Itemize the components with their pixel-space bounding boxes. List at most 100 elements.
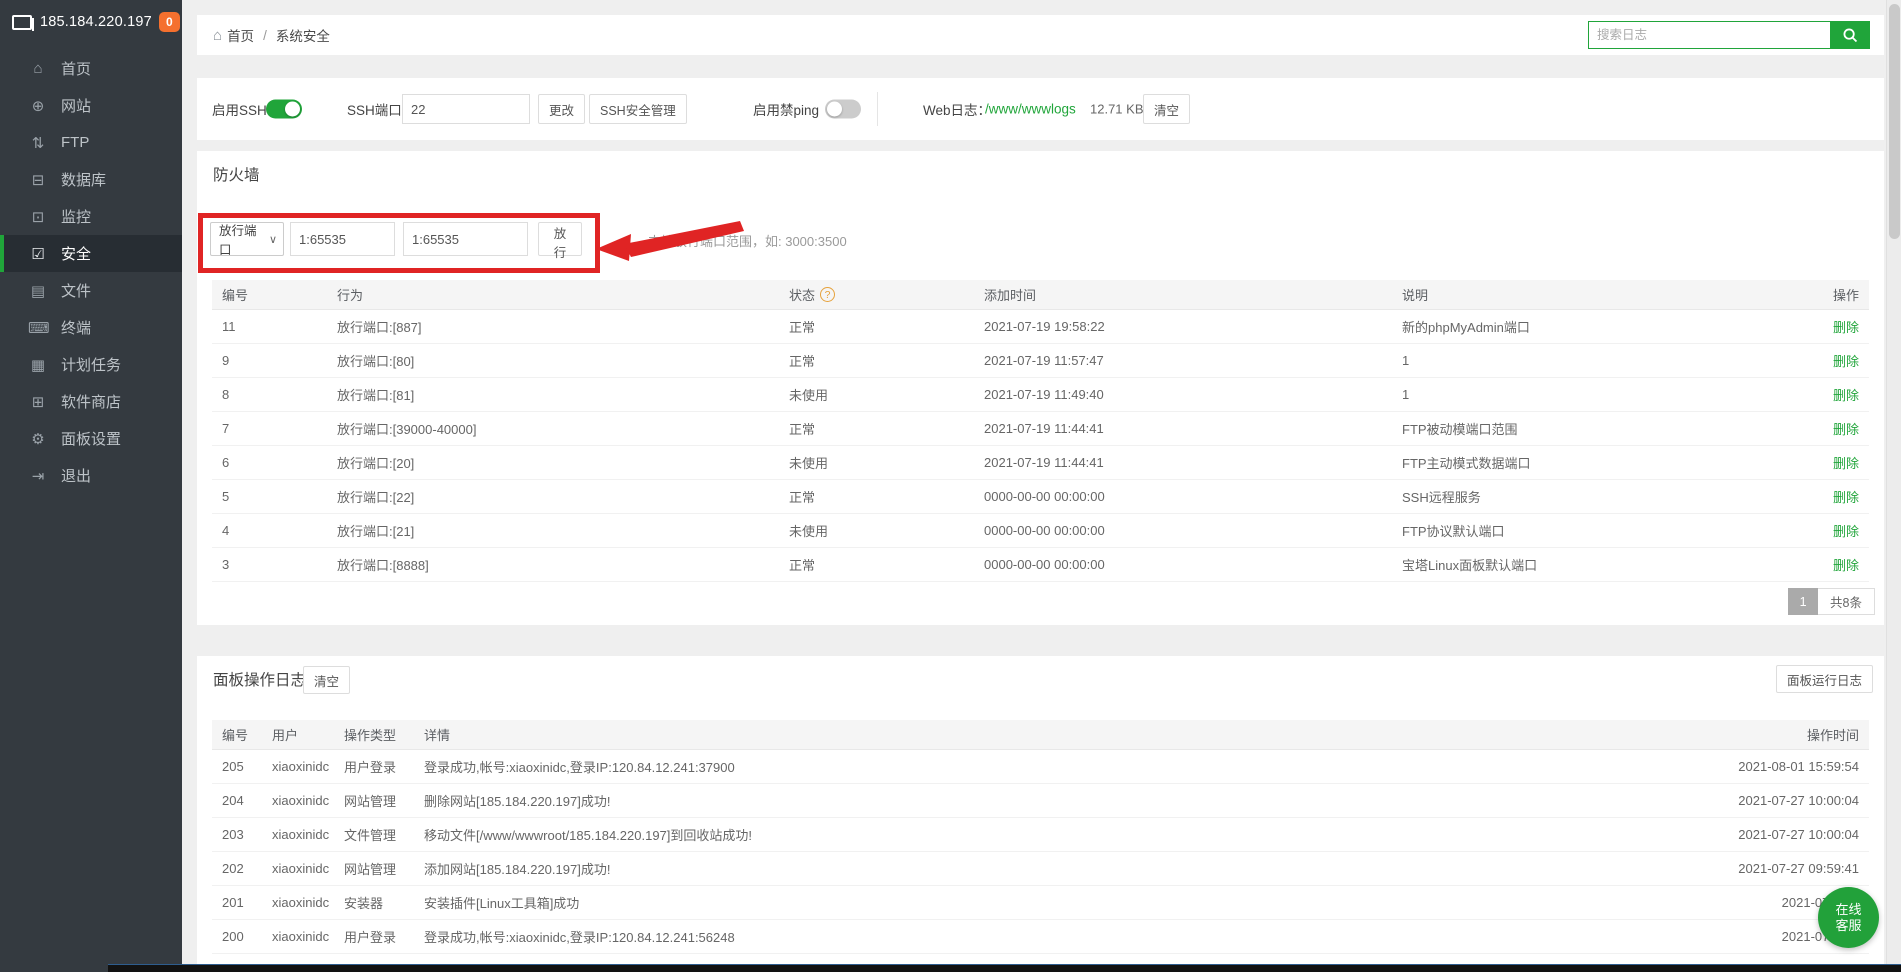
rule-action: 放行端口:[80] <box>337 351 789 370</box>
log-type: 网站管理 <box>344 859 424 878</box>
server-monitor-icon <box>12 15 32 30</box>
delete-rule-link[interactable]: 删除 <box>1833 388 1859 403</box>
sidebar-item-label: 数据库 <box>61 169 106 190</box>
firewall-action-select[interactable]: 放行端口 ∨ <box>210 222 284 256</box>
disable-ping-toggle[interactable] <box>825 100 861 119</box>
status-help-icon[interactable]: ? <box>820 287 835 302</box>
delete-rule-link[interactable]: 删除 <box>1833 422 1859 437</box>
panel-run-log-button[interactable]: 面板运行日志 <box>1776 665 1873 693</box>
chevron-down-icon: ∨ <box>269 233 277 246</box>
rule-id: 11 <box>212 319 337 334</box>
sidebar-item[interactable]: ⊞ 软件商店 <box>0 383 182 420</box>
rule-note: 新的phpMyAdmin端口 <box>1402 317 1759 336</box>
page-number-button[interactable]: 1 <box>1788 588 1818 615</box>
terminal-icon: ⌨ <box>28 319 48 337</box>
server-ip: 185.184.220.197 <box>40 14 152 30</box>
sidebar-item[interactable]: ⊕ 网站 <box>0 87 182 124</box>
delete-rule-link[interactable]: 删除 <box>1833 320 1859 335</box>
rule-time: 0000-00-00 00:00:00 <box>984 489 1402 504</box>
ssh-port-input[interactable] <box>402 94 530 124</box>
appstore-grid-icon: ⊞ <box>28 393 48 411</box>
status-header-label: 状态 <box>789 285 815 304</box>
breadcrumb-separator: / <box>263 28 267 43</box>
log-type: 用户登录 <box>344 757 424 776</box>
col-id-header: 编号 <box>212 285 337 304</box>
log-id: 201 <box>212 895 272 910</box>
firewall-title: 防火墙 <box>213 163 260 185</box>
firewall-rule-row: 4 放行端口:[21] 未使用 0000-00-00 00:00:00 FTP协… <box>212 514 1869 548</box>
rule-id: 3 <box>212 557 337 572</box>
panel-logs-section: 面板操作日志 清空 面板运行日志 编号 用户 操作类型 详情 操作时间 205 … <box>197 656 1884 972</box>
clear-logs-button[interactable]: 清空 <box>303 666 350 694</box>
delete-rule-link[interactable]: 删除 <box>1833 456 1859 471</box>
log-row: 205 xiaoxinidc 用户登录 登录成功,帐号:xiaoxinidc,登… <box>212 750 1869 784</box>
scrollbar-thumb[interactable] <box>1889 4 1900 239</box>
log-user: xiaoxinidc <box>272 929 344 944</box>
firewall-rule-row: 7 放行端口:[39000-40000] 正常 2021-07-19 11:44… <box>212 412 1869 446</box>
sidebar-item[interactable]: ⇥ 退出 <box>0 457 182 494</box>
clear-weblog-button[interactable]: 清空 <box>1143 94 1190 124</box>
rule-status: 未使用 <box>789 453 984 472</box>
search-button[interactable] <box>1830 21 1870 49</box>
search-input[interactable] <box>1588 21 1830 49</box>
log-id: 205 <box>212 759 272 774</box>
sidebar: 185.184.220.197 0 ⌂ 首页 ⊕ 网站 ⇅ FTP <box>0 0 182 972</box>
ssh-security-manage-button[interactable]: SSH安全管理 <box>589 94 687 124</box>
col-note-header: 说明 <box>1402 285 1759 304</box>
rule-status: 未使用 <box>789 385 984 404</box>
firewall-rule-row: 5 放行端口:[22] 正常 0000-00-00 00:00:00 SSH远程… <box>212 480 1869 514</box>
sidebar-item-label: 计划任务 <box>61 354 121 375</box>
sidebar-item[interactable]: ⚙ 面板设置 <box>0 420 182 457</box>
sidebar-item[interactable]: ⌂ 首页 <box>0 50 182 87</box>
home-icon: ⌂ <box>28 60 48 77</box>
weblog-path-link[interactable]: /www/wwwlogs <box>985 102 1076 117</box>
delete-rule-link[interactable]: 删除 <box>1833 524 1859 539</box>
sidebar-item-label: 安全 <box>61 243 91 264</box>
change-port-button[interactable]: 更改 <box>538 94 585 124</box>
log-id: 203 <box>212 827 272 842</box>
log-row: 202 xiaoxinidc 网站管理 添加网站[185.184.220.197… <box>212 852 1869 886</box>
log-detail: 登录成功,帐号:xiaoxinidc,登录IP:120.84.12.241:56… <box>424 927 1659 946</box>
log-type: 安装器 <box>344 893 424 912</box>
cron-calendar-icon: ▦ <box>28 356 48 374</box>
delete-rule-link[interactable]: 删除 <box>1833 558 1859 573</box>
delete-rule-link[interactable]: 删除 <box>1833 354 1859 369</box>
sidebar-item[interactable]: ⊡ 监控 <box>0 198 182 235</box>
log-detail: 安装插件[Linux工具箱]成功 <box>424 893 1659 912</box>
sidebar-item[interactable]: ☑ 安全 <box>0 235 182 272</box>
firewall-port-input-1[interactable] <box>290 222 395 256</box>
online-support-button[interactable]: 在线 客服 <box>1818 887 1879 948</box>
enable-ssh-toggle[interactable] <box>266 100 302 119</box>
server-entry[interactable]: 185.184.220.197 0 <box>0 0 182 46</box>
enable-ssh-label: 启用SSH <box>212 99 267 119</box>
rule-id: 8 <box>212 387 337 402</box>
rule-status: 正常 <box>789 317 984 336</box>
rule-time: 0000-00-00 00:00:00 <box>984 523 1402 538</box>
sidebar-item[interactable]: ▦ 计划任务 <box>0 346 182 383</box>
firewall-port-input-2[interactable] <box>403 222 528 256</box>
toggle-knob <box>285 102 300 117</box>
log-type: 网站管理 <box>344 791 424 810</box>
breadcrumb-home-link[interactable]: 首页 <box>227 25 254 45</box>
delete-rule-link[interactable]: 删除 <box>1833 490 1859 505</box>
toggle-knob <box>827 102 842 117</box>
sidebar-nav: ⌂ 首页 ⊕ 网站 ⇅ FTP ⊟ 数据库 <box>0 50 182 494</box>
log-user: xiaoxinidc <box>272 759 344 774</box>
log-user: xiaoxinidc <box>272 827 344 842</box>
sidebar-item[interactable]: ⊟ 数据库 <box>0 161 182 198</box>
firewall-table-header: 编号 行为 状态 ? 添加时间 说明 操作 <box>212 280 1869 310</box>
rule-action: 放行端口:[21] <box>337 521 789 540</box>
sidebar-item[interactable]: ⌨ 终端 <box>0 309 182 346</box>
support-label-line1: 在线 <box>1835 902 1861 918</box>
message-count-badge[interactable]: 0 <box>159 12 180 32</box>
rule-status: 正常 <box>789 419 984 438</box>
rule-time: 2021-07-19 11:57:47 <box>984 353 1402 368</box>
log-detail: 移动文件[/www/wwwroot/185.184.220.197]到回收站成功… <box>424 825 1659 844</box>
sidebar-item-label: 首页 <box>61 58 91 79</box>
firewall-allow-button[interactable]: 放行 <box>538 222 582 256</box>
sidebar-item[interactable]: ▤ 文件 <box>0 272 182 309</box>
firewall-rule-row: 9 放行端口:[80] 正常 2021-07-19 11:57:47 1 删除 <box>212 344 1869 378</box>
rule-id: 6 <box>212 455 337 470</box>
sidebar-item[interactable]: ⇅ FTP <box>0 124 182 161</box>
firewall-rule-row: 11 放行端口:[887] 正常 2021-07-19 19:58:22 新的p… <box>212 310 1869 344</box>
